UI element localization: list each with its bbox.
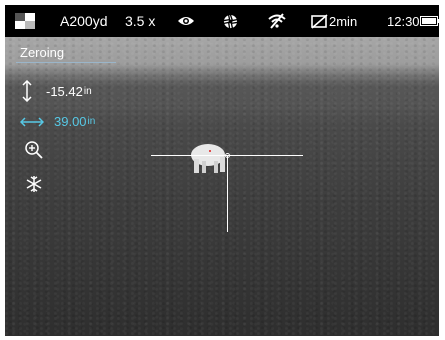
snowflake-icon <box>25 175 43 193</box>
eye-icon[interactable] <box>177 5 195 37</box>
horizontal-correction-row[interactable]: 39.00 in <box>20 114 95 129</box>
freeze-button[interactable] <box>25 175 43 193</box>
aperture-icon[interactable] <box>223 5 238 37</box>
status-bar: A200yd 3.5 x 2min 12:30 <box>5 5 440 37</box>
wifi-off-icon[interactable] <box>267 5 287 37</box>
zero-point-marker <box>209 150 211 152</box>
timer-label: 2min <box>329 13 358 29</box>
magnifier-button[interactable] <box>24 140 44 160</box>
magnifier-plus-icon <box>24 140 44 160</box>
thermal-target <box>188 139 228 175</box>
vertical-value: -15.42 <box>46 83 83 99</box>
vertical-unit: in <box>83 85 92 97</box>
clock: 12:30 <box>387 13 420 29</box>
mode-underline <box>16 62 116 63</box>
zoom-label[interactable]: 3.5 x <box>125 5 155 37</box>
palette-icon[interactable] <box>15 5 35 37</box>
horizontal-value: 39.00 <box>54 114 87 129</box>
reticle-center-dot <box>225 153 230 158</box>
horizontal-arrow-icon <box>20 116 44 127</box>
reticle-vertical-line <box>227 156 228 232</box>
profile-label[interactable]: A200yd <box>60 5 107 37</box>
vertical-arrow-icon <box>22 80 32 102</box>
mode-label: Zeroing <box>20 45 65 60</box>
display-off-icon[interactable] <box>311 5 328 37</box>
horizontal-unit: in <box>87 116 96 127</box>
vertical-correction-row[interactable]: -15.42 in <box>22 80 92 102</box>
battery-icon <box>420 5 440 37</box>
